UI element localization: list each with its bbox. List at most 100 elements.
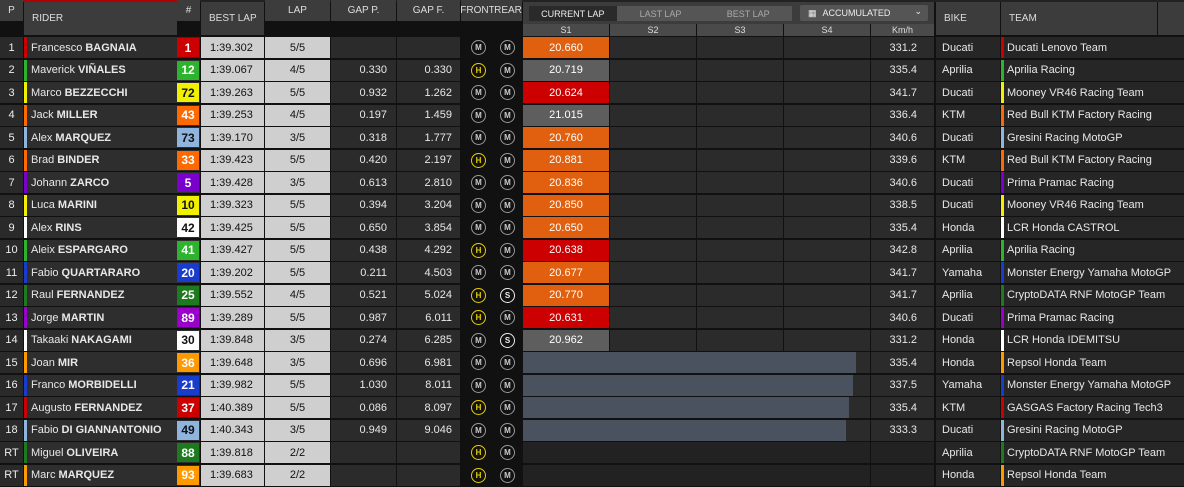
rider-last-name: MARTIN bbox=[61, 311, 105, 324]
gap-first: 2.810 bbox=[397, 172, 460, 193]
rear-tyre-icon: M bbox=[500, 445, 515, 460]
table-row[interactable]: 7 Johann ZARCO 5 1:39.428 3/5 0.613 2.810 M M 20.8… bbox=[0, 172, 1184, 194]
tab-best-lap[interactable]: BEST LAP bbox=[704, 6, 792, 21]
table-row[interactable]: 2 Maverick VIÑALES 12 1:39.067 4/5 0.330 0.330 H… bbox=[0, 59, 1184, 82]
sector-panel-empty bbox=[523, 464, 870, 486]
rider-team-stripe bbox=[24, 419, 27, 441]
gap-first: 8.011 bbox=[397, 374, 460, 396]
position: 1 bbox=[0, 37, 23, 58]
table-row[interactable]: 9 Alex RINS 42 1:39.425 5/5 0.650 3.854 M M 20.650… bbox=[0, 217, 1184, 239]
lap-count: 4/5 bbox=[265, 104, 330, 126]
rider-last-name: VIÑALES bbox=[78, 64, 126, 76]
header-s1: S1 bbox=[523, 24, 609, 36]
rider-team-stripe bbox=[24, 352, 27, 373]
team-name: LCR Honda CASTROL bbox=[1001, 217, 1184, 238]
rear-tyre-icon: M bbox=[500, 220, 515, 235]
lap-count: 3/5 bbox=[265, 329, 330, 351]
header-s2: S2 bbox=[610, 24, 696, 36]
sector-cell bbox=[610, 329, 696, 351]
gap-first: 6.981 bbox=[397, 352, 460, 373]
rider-team-stripe bbox=[24, 149, 27, 171]
team-color-stripe bbox=[1001, 104, 1004, 126]
gap-previous: 0.211 bbox=[331, 262, 396, 283]
rider-number: 1 bbox=[177, 38, 199, 57]
dropdown-selected: ACCUMULATED bbox=[822, 8, 891, 18]
table-row[interactable]: 18 Fabio DI GIANNANTONIO 49 1:40.343 3/5 0.949… bbox=[0, 419, 1184, 442]
sector-1-value: 20.638 bbox=[523, 239, 609, 261]
front-tyre-icon: M bbox=[471, 220, 486, 235]
rider-name: Jack MILLER bbox=[24, 104, 200, 126]
rider-name: Joan MIR bbox=[24, 352, 200, 373]
rider-first-name: Marc bbox=[31, 469, 56, 481]
sector-cell bbox=[784, 307, 870, 328]
gap-previous: 0.420 bbox=[331, 149, 396, 171]
front-tyre-icon: H bbox=[471, 287, 486, 303]
table-row[interactable]: 10 Aleix ESPARGARO 41 1:39.427 5/5 0.438 4.292 H… bbox=[0, 239, 1184, 262]
sector-cell bbox=[610, 262, 696, 283]
table-row[interactable]: 11 Fabio QUARTARARO 20 1:39.202 5/5 0.211 4.503… bbox=[0, 262, 1184, 284]
team-name: Repsol Honda Team bbox=[1001, 352, 1184, 373]
rider-last-name: ESPARGARO bbox=[57, 244, 128, 256]
accumulated-dropdown[interactable]: ▦ ACCUMULATED ⌄ bbox=[800, 5, 928, 21]
table-row[interactable]: 5 Alex MARQUEZ 73 1:39.170 3/5 0.318 1.777 M M 20.… bbox=[0, 127, 1184, 149]
bike-brand: Ducati bbox=[936, 419, 1000, 441]
table-row[interactable]: 13 Jorge MARTIN 89 1:39.289 5/5 0.987 6.011 H M 20… bbox=[0, 307, 1184, 329]
front-tyre-icon: H bbox=[471, 445, 486, 460]
table-row[interactable]: 12 Raul FERNANDEZ 25 1:39.552 4/5 0.521 5.024 H S… bbox=[0, 284, 1184, 307]
tab-current-lap[interactable]: CURRENT LAP bbox=[529, 6, 617, 21]
team-color-stripe bbox=[1001, 329, 1004, 351]
table-row[interactable]: 14 Takaaki NAKAGAMI 30 1:39.848 3/5 0.274 6.285… bbox=[0, 329, 1184, 352]
lap-count: 5/5 bbox=[265, 217, 330, 238]
sector-cell bbox=[697, 262, 783, 283]
table-row[interactable]: 8 Luca MARINI 10 1:39.323 5/5 0.394 3.204 M M 20.8… bbox=[0, 194, 1184, 217]
table-row[interactable]: RT Miguel OLIVEIRA 88 1:39.818 2/2 H M Aprilia Cr… bbox=[0, 442, 1184, 464]
table-row[interactable]: 3 Marco BEZZECCHI 72 1:39.263 5/5 0.932 1.262 M M… bbox=[0, 82, 1184, 104]
table-row[interactable]: 16 Franco MORBIDELLI 21 1:39.982 5/5 1.030 8.01… bbox=[0, 374, 1184, 397]
rear-tyre-icon: M bbox=[500, 130, 515, 145]
speed: 335.4 bbox=[871, 217, 934, 238]
table-row[interactable]: 15 Joan MIR 36 1:39.648 3/5 0.696 6.981 M M 335.4 H… bbox=[0, 352, 1184, 374]
best-lap: 1:40.389 bbox=[201, 397, 264, 418]
best-lap: 1:39.982 bbox=[201, 374, 264, 396]
sector-1-value: 21.015 bbox=[523, 104, 609, 126]
speed: 340.6 bbox=[871, 307, 934, 328]
lap-count: 5/5 bbox=[265, 307, 330, 328]
front-tyre-icon: M bbox=[471, 130, 486, 145]
table-row[interactable]: RT Marc MARQUEZ 93 1:39.683 2/2 H M Honda Repsol … bbox=[0, 464, 1184, 487]
rider-first-name: Marco bbox=[31, 86, 62, 99]
lap-count: 2/2 bbox=[265, 464, 330, 486]
front-tyre-icon: H bbox=[471, 400, 486, 415]
tab-last-lap[interactable]: LAST LAP bbox=[617, 6, 705, 21]
team-name: Monster Energy Yamaha MotoGP bbox=[1001, 374, 1184, 396]
team-name: Red Bull KTM Factory Racing bbox=[1001, 104, 1184, 126]
rider-last-name: FERNANDEZ bbox=[74, 401, 143, 414]
gap-previous: 0.949 bbox=[331, 419, 396, 441]
sector-cell bbox=[697, 127, 783, 148]
rider-first-name: Aleix bbox=[31, 244, 55, 256]
sector-cell bbox=[784, 104, 870, 126]
table-row[interactable]: 6 Brad BINDER 33 1:39.423 5/5 0.420 2.197 H M 20.8… bbox=[0, 149, 1184, 172]
table-row[interactable]: 4 Jack MILLER 43 1:39.253 4/5 0.197 1.459 M M 21.0… bbox=[0, 104, 1184, 127]
team-label: Gresini Racing MotoGP bbox=[1007, 131, 1123, 144]
rider-name: Jorge MARTIN bbox=[24, 307, 200, 328]
sector-1-value: 20.836 bbox=[523, 172, 609, 193]
gap-first: 3.204 bbox=[397, 194, 460, 216]
best-lap: 1:39.428 bbox=[201, 172, 264, 193]
gap-first: 5.024 bbox=[397, 284, 460, 306]
best-lap: 1:39.067 bbox=[201, 59, 264, 81]
rider-last-name: ZARCO bbox=[70, 176, 110, 189]
rider-number: 73 bbox=[177, 128, 199, 147]
sector-cell bbox=[784, 149, 870, 171]
progress-bar bbox=[523, 397, 849, 418]
position: 13 bbox=[0, 307, 23, 328]
team-color-stripe bbox=[1001, 419, 1004, 441]
rider-number: 42 bbox=[177, 218, 199, 237]
rider-number: 93 bbox=[177, 465, 199, 485]
table-row[interactable]: 17 Augusto FERNANDEZ 37 1:40.389 5/5 0.086 8.09… bbox=[0, 397, 1184, 419]
speed: 339.6 bbox=[871, 149, 934, 171]
position: 9 bbox=[0, 217, 23, 238]
table-row[interactable]: 1 Francesco BAGNAIA 1 1:39.302 5/5 M M 20.660 331… bbox=[0, 37, 1184, 59]
bike-brand: Ducati bbox=[936, 37, 1000, 58]
rider-last-name: MILLER bbox=[56, 109, 98, 121]
best-lap: 1:39.423 bbox=[201, 149, 264, 171]
